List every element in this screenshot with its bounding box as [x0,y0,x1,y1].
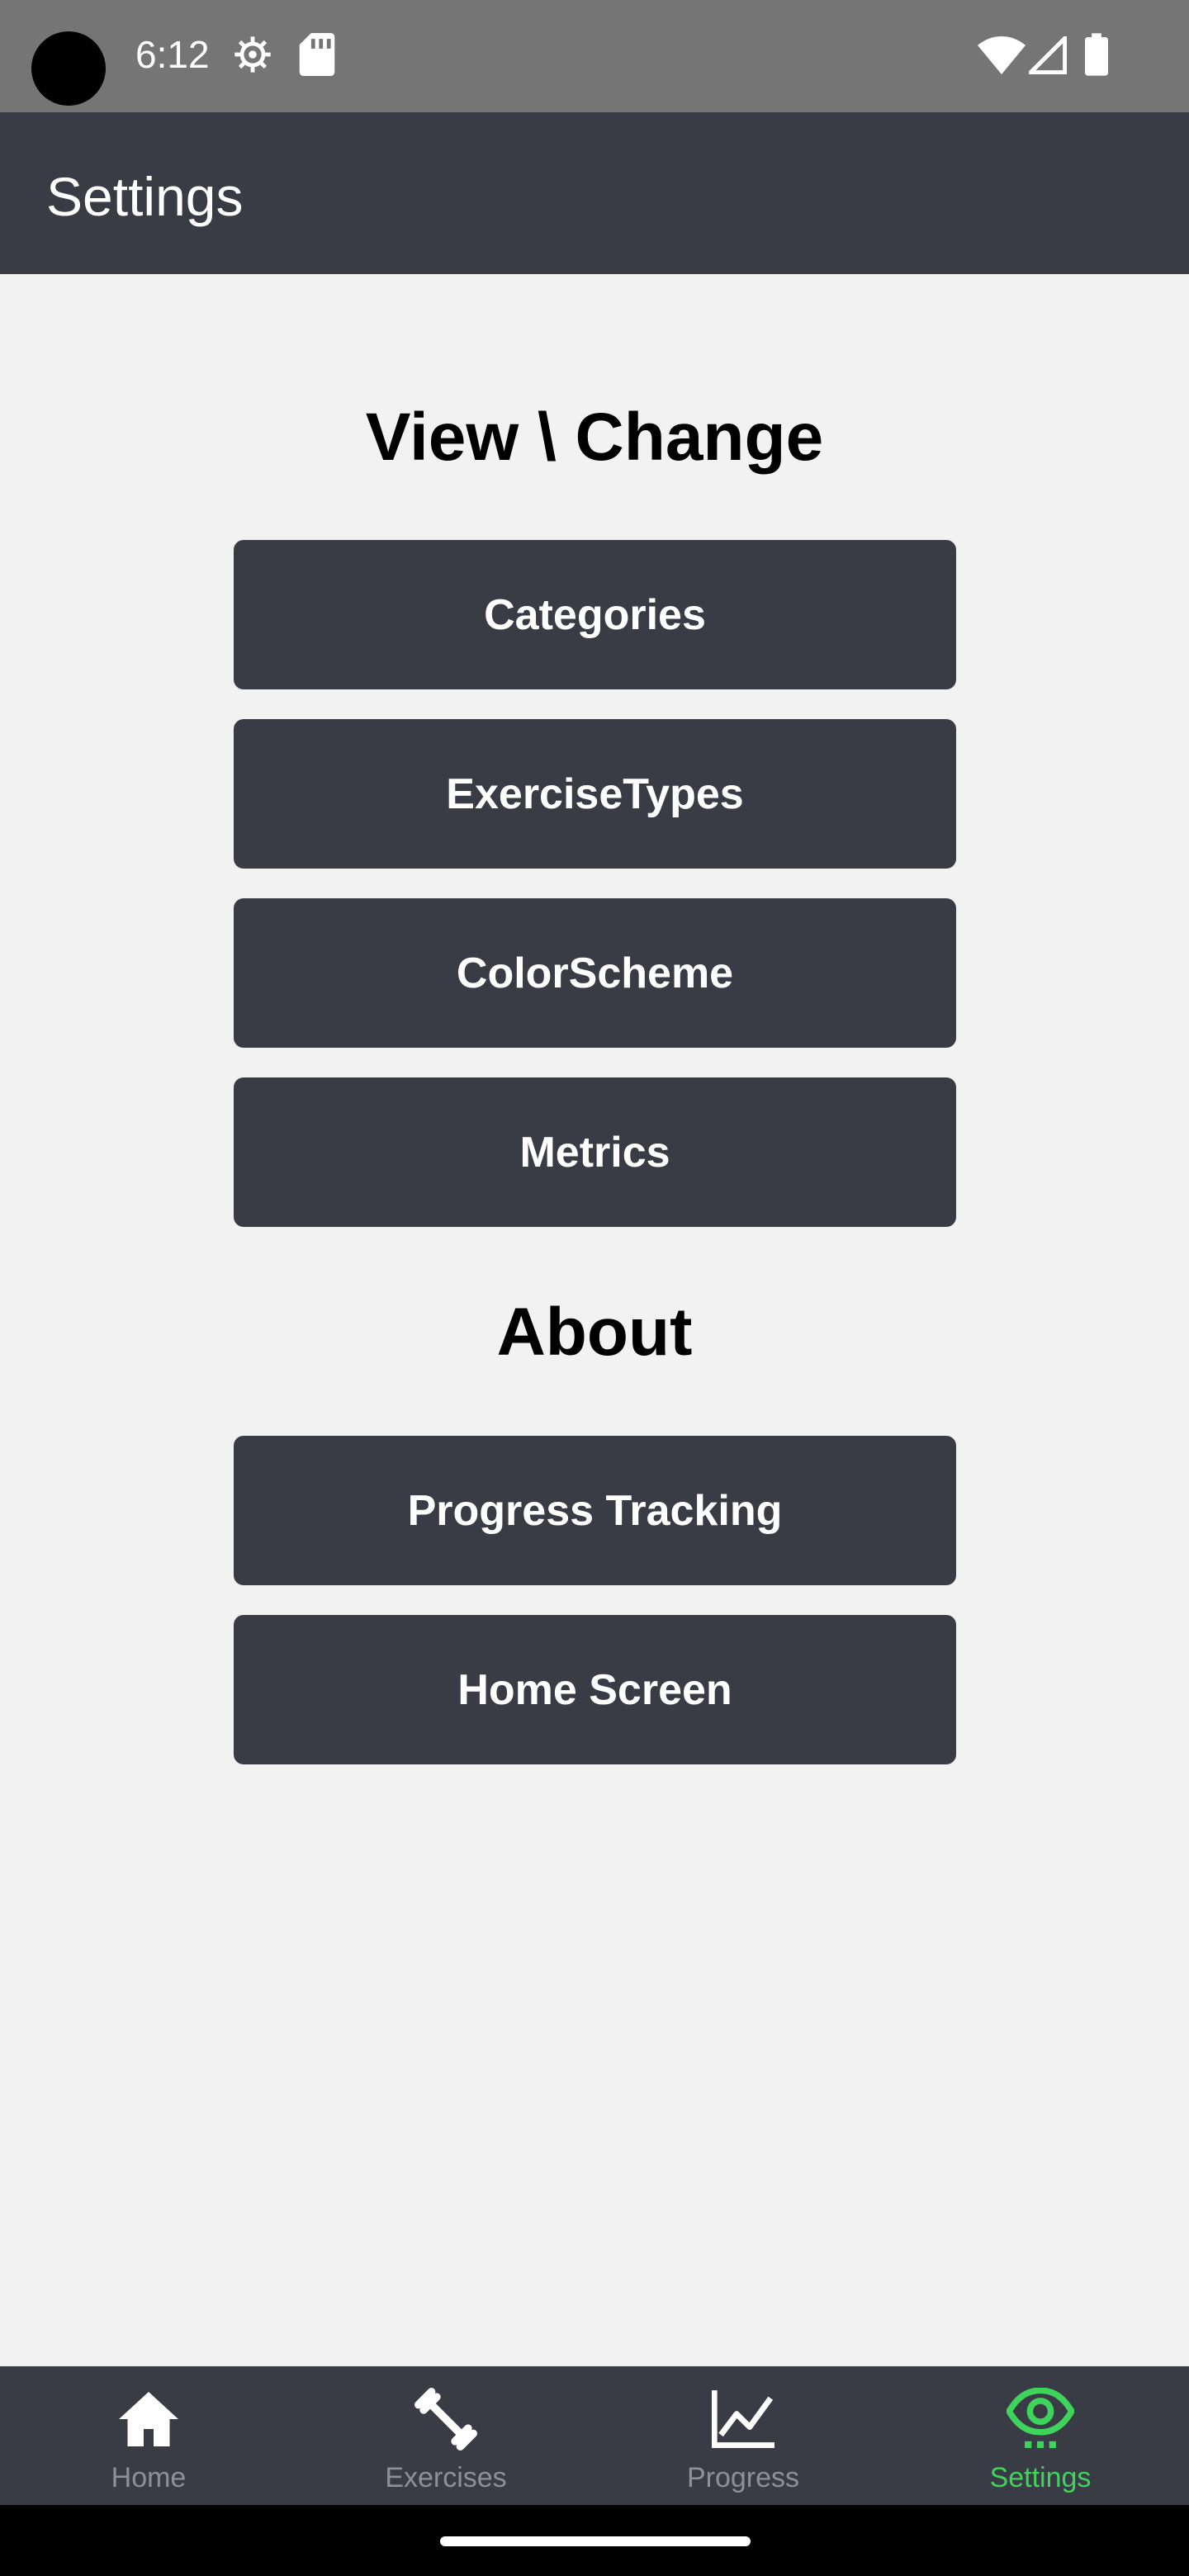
battery-icon [1085,33,1108,76]
home-screen-button[interactable]: Home Screen [234,1615,956,1764]
exercise-types-button[interactable]: ExerciseTypes [234,719,956,869]
nav-label-settings: Settings [989,2462,1092,2493]
nav-label-home: Home [111,2462,187,2493]
line-chart-icon [712,2384,775,2454]
home-gesture-handle[interactable] [440,2536,751,2546]
nav-item-settings[interactable]: Settings [892,2366,1189,2505]
eye-icon [1007,2384,1074,2454]
nav-item-exercises[interactable]: Exercises [297,2366,594,2505]
metrics-button[interactable]: Metrics [234,1077,956,1227]
progress-tracking-button[interactable]: Progress Tracking [234,1436,956,1585]
camera-cutout [31,31,106,106]
bottom-navigation: Home Exercises Progress Settings [0,2366,1189,2505]
nav-label-exercises: Exercises [385,2462,507,2493]
nav-label-progress: Progress [686,2462,800,2493]
app-bar: Settings [0,112,1189,274]
page-title: Settings [46,166,244,227]
nav-item-home[interactable]: Home [0,2366,297,2505]
settings-content: View \ Change Categories ExerciseTypes C… [0,274,1189,2366]
dumbbell-icon [414,2384,477,2454]
categories-button[interactable]: Categories [234,540,956,689]
home-icon [119,2384,178,2454]
status-time: 6:12 [135,33,210,76]
nav-item-progress[interactable]: Progress [594,2366,892,2505]
wifi-icon [978,36,1026,74]
color-scheme-button[interactable]: ColorScheme [234,898,956,1048]
settings-gear-icon [231,33,274,76]
section-heading-about: About [496,1295,693,1370]
system-gesture-bar [0,2505,1189,2576]
cellular-signal-icon [1029,36,1067,74]
sd-card-icon [299,33,335,76]
section-heading-view-change: View \ Change [365,400,824,475]
status-bar: 6:12 [0,0,1189,112]
